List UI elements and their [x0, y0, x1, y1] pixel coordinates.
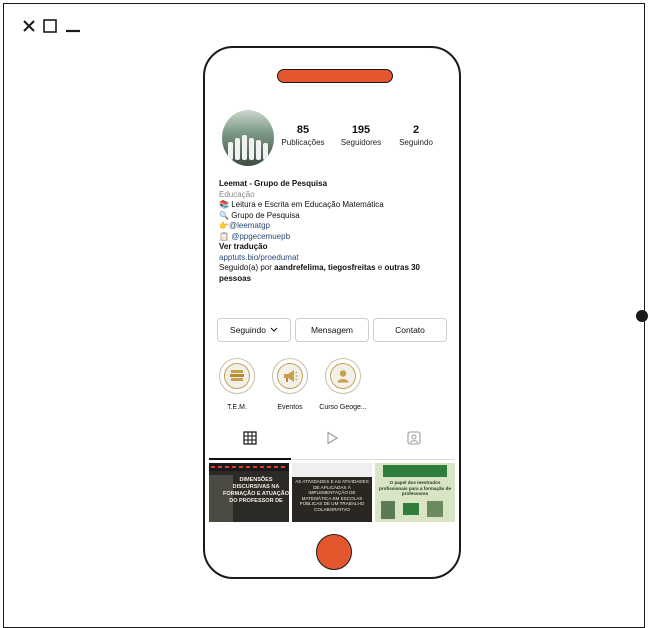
- highlight-eventos[interactable]: [272, 358, 308, 394]
- reels-play-icon[interactable]: [325, 431, 339, 445]
- followed-by[interactable]: Seguido(a) por aandrefelima, tiegosfreit…: [219, 263, 449, 274]
- stat-following-label: Seguindo: [399, 138, 433, 147]
- minimize-icon[interactable]: [64, 18, 82, 34]
- post-thumbnail[interactable]: DIMENSÕES DISCURSIVAS NA FORMAÇÃO E ATUA…: [209, 463, 289, 522]
- window-controls: [22, 18, 82, 34]
- magnifier-emoji-icon: 🔍: [219, 210, 229, 220]
- message-button-label: Mensagem: [310, 325, 354, 335]
- stat-followers-label: Seguidores: [340, 138, 382, 147]
- stat-following-value: 2: [412, 124, 420, 136]
- stat-followers-value: 195: [351, 124, 371, 136]
- clipboard-emoji-icon: 📋: [219, 231, 229, 241]
- highlight-curso[interactable]: [325, 358, 361, 394]
- profile-website-link[interactable]: apptuts.bio/proedumat: [219, 253, 449, 264]
- profile-name: Leemat - Grupo de Pesquisa: [219, 179, 328, 188]
- following-button[interactable]: Seguindo: [217, 318, 291, 342]
- post-text: AS ATIVIDADES E AS ATIVIDADES DE APLICAD…: [295, 479, 369, 512]
- person-icon: [337, 370, 349, 383]
- bio-line[interactable]: 📋 @ppgecemuepb: [219, 232, 449, 243]
- profile-bio: Leemat - Grupo de Pesquisa Educação 📚 Le…: [219, 179, 449, 284]
- books-icon: [230, 370, 244, 381]
- chevron-down-icon: [270, 327, 278, 332]
- avatar[interactable]: [222, 110, 274, 166]
- profile-category: Educação: [219, 189, 255, 199]
- stat-followers[interactable]: 195 Seguidores: [329, 124, 393, 147]
- megaphone-icon: [284, 370, 298, 382]
- instagram-profile-screen: 85 Publicações 195 Seguidores 2 Seguindo…: [209, 106, 455, 522]
- post-thumbnail[interactable]: O papel dos mestrados profissionais para…: [375, 463, 455, 522]
- active-tab-indicator: [209, 458, 291, 460]
- pointing-hand-emoji-icon: 👉: [219, 221, 229, 230]
- home-button[interactable]: [316, 534, 352, 570]
- stat-posts[interactable]: 85 Publicações: [271, 124, 335, 147]
- post-thumbnail[interactable]: AS ATIVIDADES E AS ATIVIDADES DE APLICAD…: [292, 463, 372, 522]
- stat-posts-value: 85: [296, 124, 310, 136]
- phone-mockup: 85 Publicações 195 Seguidores 2 Seguindo…: [203, 46, 461, 579]
- bio-line: 📚 Leitura e Escrita em Educação Matemáti…: [219, 200, 384, 209]
- books-emoji-icon: 📚: [219, 200, 229, 209]
- highlight-label: Eventos: [277, 404, 303, 411]
- grid-icon[interactable]: [243, 431, 257, 445]
- translate-link[interactable]: Ver tradução: [219, 242, 449, 253]
- bio-line[interactable]: 👉@leematgp: [219, 221, 449, 232]
- highlight-label: T.E.M.: [227, 404, 247, 411]
- stat-following[interactable]: 2 Seguindo: [385, 124, 447, 147]
- contact-button-label: Contato: [395, 325, 425, 335]
- bio-line: 🔍 Grupo de Pesquisa: [219, 210, 300, 220]
- post-text: DIMENSÕES DISCURSIVAS NA FORMAÇÃO E ATUA…: [223, 477, 289, 504]
- message-button[interactable]: Mensagem: [295, 318, 369, 342]
- close-icon[interactable]: [22, 19, 36, 33]
- highlight-tem[interactable]: [219, 358, 255, 394]
- post-text: O papel dos mestrados profissionais para…: [379, 480, 451, 497]
- following-button-label: Seguindo: [230, 325, 266, 335]
- phone-speaker: [277, 69, 393, 83]
- followed-by-continued: pessoas: [219, 273, 252, 283]
- highlight-label: Curso Geoge...: [319, 404, 367, 411]
- stat-posts-label: Publicações: [281, 138, 325, 147]
- tagged-person-icon[interactable]: [407, 431, 421, 445]
- contact-button[interactable]: Contato: [373, 318, 447, 342]
- bullet-dot: [636, 310, 648, 322]
- maximize-icon[interactable]: [42, 18, 58, 34]
